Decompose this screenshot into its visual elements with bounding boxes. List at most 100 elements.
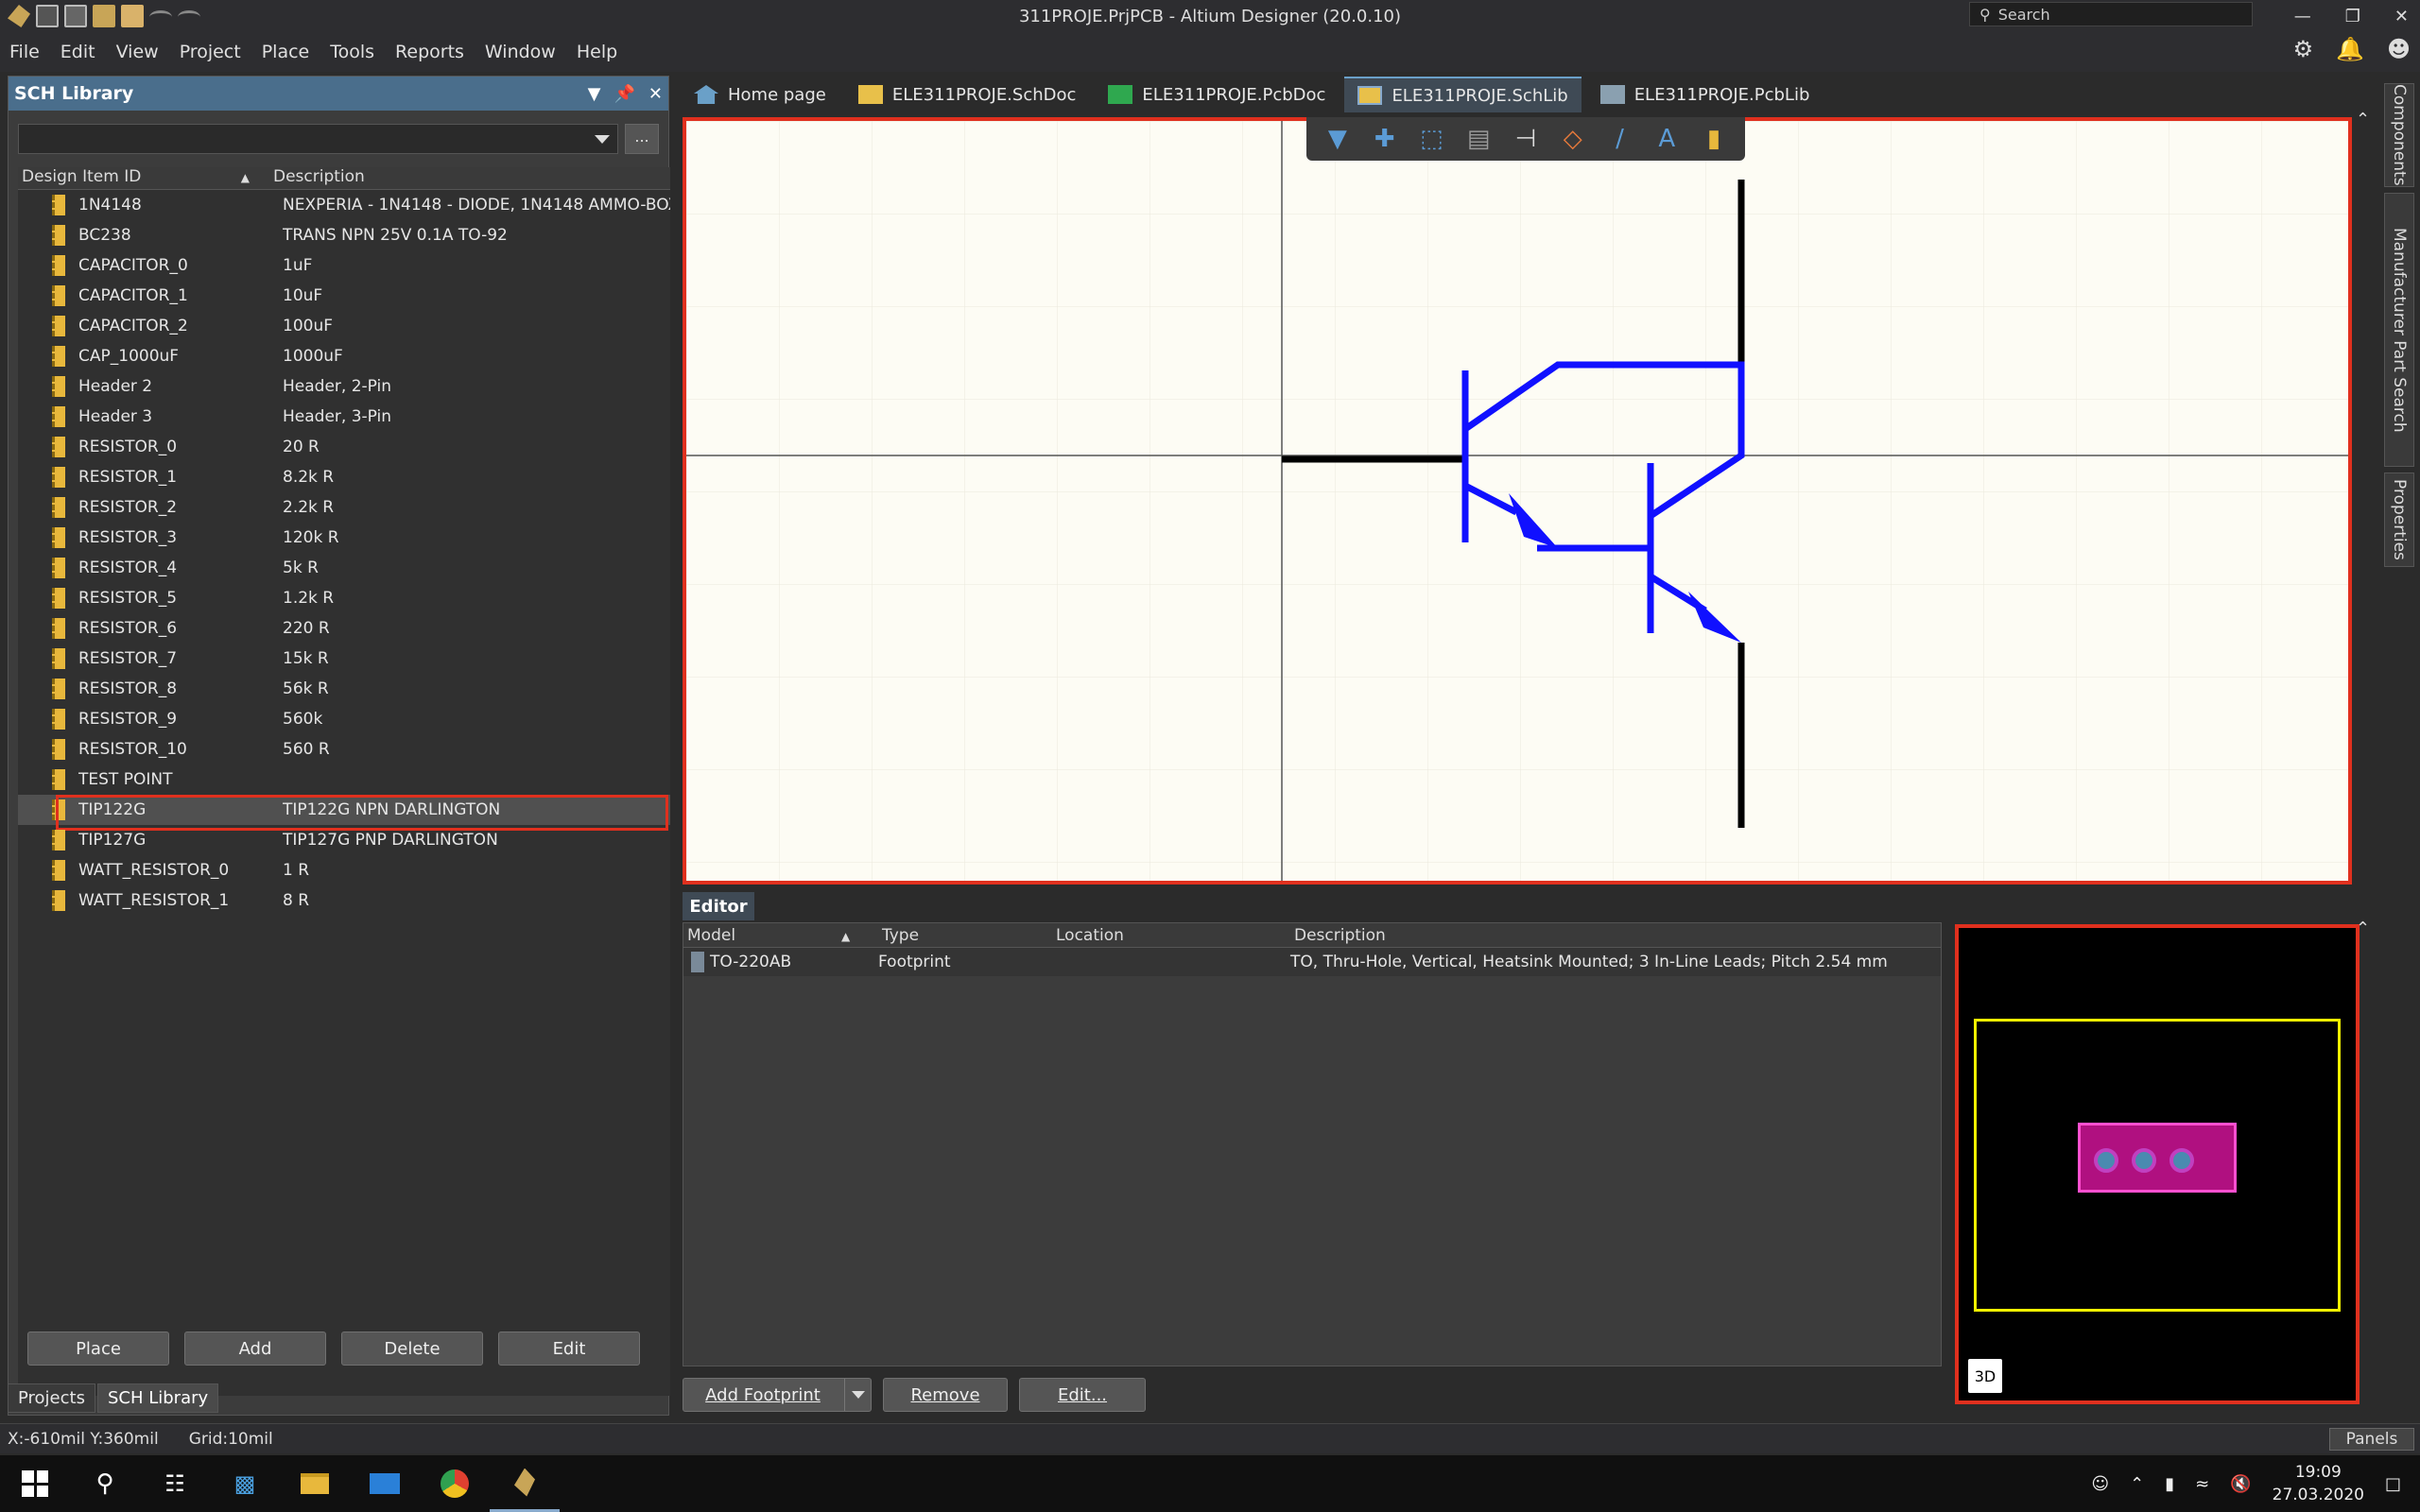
column-model[interactable]: Model ▲: [683, 926, 878, 945]
list-item[interactable]: Header 2 Header, 2-Pin: [18, 371, 670, 402]
menu-help[interactable]: Help: [577, 42, 617, 62]
tab-schlib[interactable]: ELE311PROJE.SchLib: [1344, 77, 1582, 112]
panels-button[interactable]: Panels: [2329, 1428, 2414, 1451]
battery-icon[interactable]: ▮: [2165, 1474, 2174, 1494]
restore-icon[interactable]: ❐: [2345, 7, 2360, 26]
select-icon[interactable]: ⬚: [1416, 124, 1446, 154]
user-icon[interactable]: ☻: [2387, 36, 2411, 62]
gear-icon[interactable]: ⚙: [2293, 36, 2314, 62]
edit-model-button[interactable]: Edit...: [1019, 1378, 1146, 1412]
tab-schdoc[interactable]: ELE311PROJE.SchDoc: [845, 77, 1090, 112]
save-icon[interactable]: [36, 5, 59, 27]
add-button[interactable]: Add: [184, 1332, 326, 1366]
list-item[interactable]: 1N4148 NEXPERIA - 1N4148 - DIODE, 1N4148 …: [18, 190, 670, 220]
people-icon[interactable]: ☺: [2091, 1474, 2109, 1494]
search-box[interactable]: ⚲ Search: [1969, 2, 2253, 26]
notification-icon[interactable]: □: [2385, 1474, 2401, 1494]
footprint-preview[interactable]: 3D: [1955, 924, 2360, 1404]
tab-pcblib[interactable]: ELE311PROJE.PcbLib: [1587, 77, 1824, 112]
list-item[interactable]: RESISTOR_9 560k: [18, 704, 670, 734]
wifi-icon[interactable]: ≈: [2195, 1474, 2209, 1494]
list-item[interactable]: RESISTOR_10 560 R: [18, 734, 670, 765]
filter-icon[interactable]: ▼: [1322, 124, 1353, 154]
list-item[interactable]: RESISTOR_6 220 R: [18, 613, 670, 644]
pin-tool-icon[interactable]: ⊣: [1511, 124, 1541, 154]
tab-properties[interactable]: Properties: [2384, 472, 2414, 567]
chrome-icon[interactable]: [420, 1455, 490, 1512]
search-icon[interactable]: ⚲: [70, 1455, 140, 1512]
bell-icon[interactable]: 🔔: [2336, 36, 2364, 62]
align-icon[interactable]: ▤: [1463, 124, 1494, 154]
list-item[interactable]: TIP127G TIP127G PNP DARLINGTON: [18, 825, 670, 855]
save-all-icon[interactable]: [64, 5, 87, 27]
chevron-up-icon[interactable]: ⌃: [2130, 1474, 2144, 1494]
laptop-app-icon[interactable]: ▩: [210, 1455, 280, 1512]
3d-toggle-button[interactable]: 3D: [1968, 1359, 2002, 1393]
model-row[interactable]: TO-220AB Footprint TO, Thru-Hole, Vertic…: [683, 948, 1941, 976]
menu-place[interactable]: Place: [262, 42, 310, 62]
column-location[interactable]: Location: [1052, 926, 1290, 945]
panel-menu-icon[interactable]: ▼: [588, 84, 601, 104]
part-icon[interactable]: ▮: [1699, 124, 1729, 154]
column-type[interactable]: Type: [878, 926, 1052, 945]
tab-manufacturer-part-search[interactable]: Manufacturer Part Search: [2384, 193, 2414, 467]
volume-mute-icon[interactable]: 🔇: [2230, 1474, 2251, 1494]
list-item[interactable]: TIP122G TIP122G NPN DARLINGTON: [18, 795, 670, 831]
tab-components[interactable]: Components: [2384, 83, 2414, 187]
list-item[interactable]: Header 3 Header, 3-Pin: [18, 402, 670, 432]
menu-tools[interactable]: Tools: [330, 42, 374, 62]
open-project-icon[interactable]: [121, 5, 144, 27]
menu-window[interactable]: Window: [485, 42, 556, 62]
add-footprint-button[interactable]: Add Footprint: [683, 1378, 872, 1412]
collapse-up-icon[interactable]: ⌃: [2356, 919, 2370, 938]
close-icon[interactable]: ✕: [2394, 7, 2409, 26]
list-item[interactable]: CAP_1000uF 1000uF: [18, 341, 670, 371]
list-item[interactable]: TEST POINT: [18, 765, 670, 795]
filter-combobox[interactable]: [18, 124, 618, 154]
altium-logo-icon[interactable]: [8, 5, 30, 27]
menu-file[interactable]: File: [9, 42, 40, 62]
collapse-up-icon[interactable]: ⌃: [2356, 110, 2370, 129]
list-item[interactable]: RESISTOR_8 56k R: [18, 674, 670, 704]
list-item[interactable]: CAPACITOR_1 10uF: [18, 281, 670, 311]
list-item[interactable]: RESISTOR_1 8.2k R: [18, 462, 670, 492]
altium-icon[interactable]: [490, 1455, 560, 1512]
edit-button[interactable]: Edit: [498, 1332, 640, 1366]
clock[interactable]: 19:09 27.03.2020: [2273, 1461, 2364, 1506]
line-icon[interactable]: ∕: [1604, 124, 1634, 154]
list-item[interactable]: RESISTOR_0 20 R: [18, 432, 670, 462]
column-description[interactable]: Description: [269, 167, 365, 189]
tab-projects[interactable]: Projects: [8, 1383, 95, 1413]
list-item[interactable]: BC238 TRANS NPN 25V 0.1A TO-92: [18, 220, 670, 250]
chevron-down-icon[interactable]: [844, 1379, 871, 1411]
task-view-icon[interactable]: ☷: [140, 1455, 210, 1512]
menu-reports[interactable]: Reports: [395, 42, 464, 62]
open-icon[interactable]: [93, 5, 115, 27]
minimize-icon[interactable]: —: [2294, 7, 2311, 26]
delete-button[interactable]: Delete: [341, 1332, 483, 1366]
remove-button[interactable]: Remove: [883, 1378, 1008, 1412]
file-explorer-icon[interactable]: [280, 1455, 350, 1512]
column-design-item-id[interactable]: Design Item ID ▲: [18, 167, 269, 189]
schematic-canvas[interactable]: [683, 117, 2352, 885]
list-item[interactable]: WATT_RESISTOR_0 1 R: [18, 855, 670, 885]
tab-home-page[interactable]: Home page: [681, 77, 839, 112]
menu-project[interactable]: Project: [180, 42, 241, 62]
list-item[interactable]: CAPACITOR_0 1uF: [18, 250, 670, 281]
list-item[interactable]: RESISTOR_7 15k R: [18, 644, 670, 674]
place-button[interactable]: Place: [27, 1332, 169, 1366]
mail-icon[interactable]: [350, 1455, 420, 1512]
fill-icon[interactable]: ◇: [1558, 124, 1588, 154]
start-button[interactable]: [0, 1455, 70, 1512]
menu-edit[interactable]: Edit: [60, 42, 95, 62]
tab-pcbdoc[interactable]: ELE311PROJE.PcbDoc: [1095, 77, 1339, 112]
list-item[interactable]: RESISTOR_5 1.2k R: [18, 583, 670, 613]
undo-icon[interactable]: [149, 10, 172, 24]
close-icon[interactable]: ✕: [648, 84, 663, 104]
list-item[interactable]: RESISTOR_4 5k R: [18, 553, 670, 583]
redo-icon[interactable]: [178, 10, 200, 24]
list-item[interactable]: RESISTOR_3 120k R: [18, 523, 670, 553]
tab-sch-library[interactable]: SCH Library: [96, 1383, 219, 1413]
list-item[interactable]: WATT_RESISTOR_1 8 R: [18, 885, 670, 916]
pin-icon[interactable]: 📌: [614, 84, 634, 104]
